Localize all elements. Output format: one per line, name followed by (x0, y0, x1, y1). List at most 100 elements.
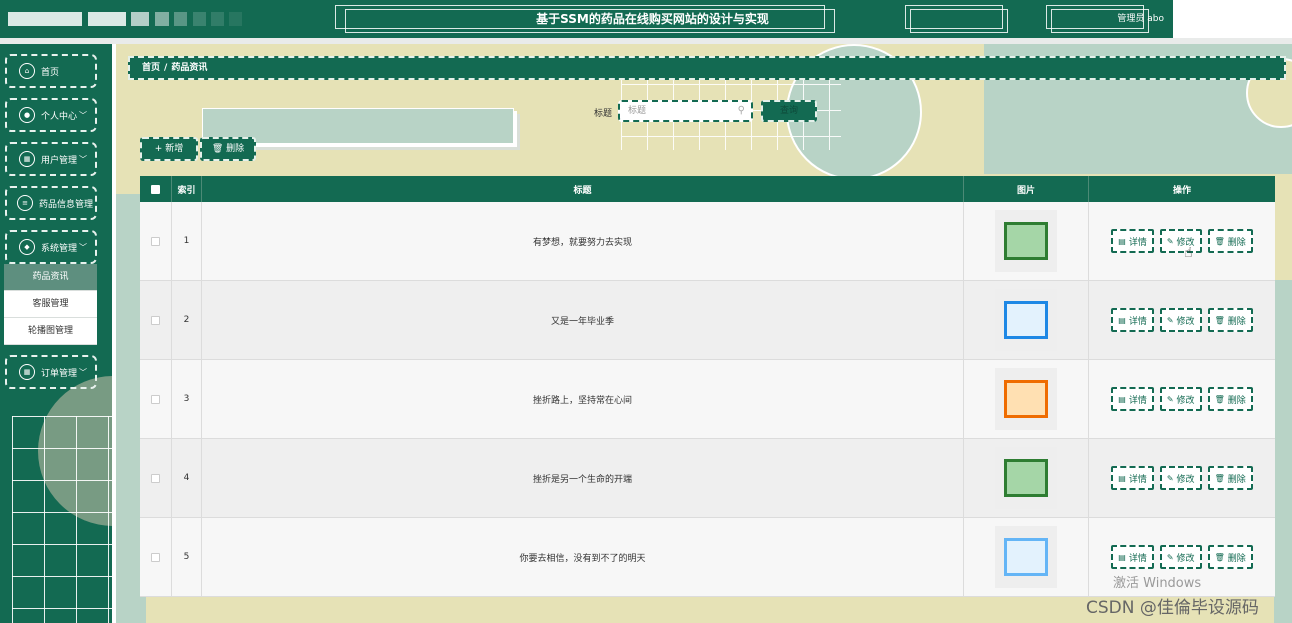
drug-thumbnail[interactable] (995, 210, 1057, 272)
breadcrumb-home[interactable]: 首页 (142, 63, 160, 73)
row-actions: ▤ 详情 ✎ 修改 🗑 删除 (1089, 439, 1275, 517)
row-index: 3 (172, 360, 202, 438)
delete-button[interactable]: 🗑 删除 (1207, 466, 1253, 490)
pointer-cursor-icon: ☝ (1184, 245, 1193, 261)
delete-button[interactable]: 🗑 删除 (1207, 387, 1253, 411)
sidebar-item-label: 个人中心 (41, 111, 78, 122)
user-label[interactable]: 管理员 abo (1046, 4, 1172, 34)
row-index: 2 (172, 281, 202, 359)
submenu-item-carousel[interactable]: 轮播图管理 (4, 318, 97, 345)
edit-label: 修改 (1176, 474, 1195, 485)
drug-thumbnail[interactable] (995, 368, 1057, 430)
search-input[interactable]: 标题 ⚲ (618, 100, 753, 122)
header-title: 标题 (202, 176, 964, 202)
top-right-blank (1173, 0, 1292, 38)
add-button[interactable]: + 新增 (140, 137, 198, 161)
detail-button[interactable]: ▤ 详情 (1111, 466, 1154, 490)
table-row: 5 你要去相信，没有到不了的明天 ▤ 详情 ✎ 修改 🗑 删除 (140, 518, 1275, 597)
detail-button[interactable]: ▤ 详情 (1111, 229, 1154, 253)
row-actions: ▤ 详情 ✎ 修改 🗑 删除 (1089, 360, 1275, 438)
edit-label: 修改 (1176, 395, 1195, 406)
document-icon: ▤ (1118, 236, 1126, 246)
drug-thumbnail[interactable] (995, 447, 1057, 509)
row-actions: ▤ 详情 ✎ 修改 🗑 删除 (1089, 281, 1275, 359)
trash-icon: 🗑 (1214, 394, 1225, 404)
edit-button[interactable]: ✎ 修改 (1159, 545, 1202, 569)
batch-delete-button[interactable]: 🗑 删除 (200, 137, 256, 161)
chevron-down-icon: ﹀ (79, 110, 88, 120)
document-icon: ▤ (1118, 315, 1126, 325)
sidebar: ⌂ 首页 ● 个人中心 ﹀ ▦ 用户管理 ﹀ ≡ 药品信息管理 ◆ 系统管理 ﹀… (0, 44, 112, 623)
shield-icon: ◆ (19, 239, 35, 255)
csdn-watermark: CSDN @佳倫毕设源码 (1086, 598, 1259, 618)
breadcrumb-separator: / (164, 63, 168, 73)
trash-icon: 🗑 (1214, 315, 1225, 325)
row-select[interactable] (140, 439, 172, 517)
row-image-cell (964, 281, 1089, 359)
row-title: 挫折路上，坚持常在心间 (202, 360, 964, 438)
delete-label: 删除 (1227, 395, 1246, 406)
sidebar-item-home[interactable]: ⌂ 首页 (5, 54, 97, 88)
table-row: 2 又是一年毕业季 ▤ 详情 ✎ 修改 🗑 删除 (140, 281, 1275, 360)
row-title: 有梦想，就要努力去实现 (202, 202, 964, 280)
edit-button[interactable]: ✎ 修改 (1159, 387, 1202, 411)
edit-icon: ✎ (1166, 473, 1174, 483)
row-select[interactable] (140, 202, 172, 280)
checkbox[interactable] (151, 394, 160, 404)
drug-thumbnail[interactable] (995, 289, 1057, 351)
row-image-cell (964, 202, 1089, 280)
list-icon: ≡ (17, 195, 33, 211)
drug-thumbnail[interactable] (995, 526, 1057, 588)
system-submenu: 药品资讯 客服管理 轮播图管理 (4, 264, 97, 345)
row-index: 5 (172, 518, 202, 596)
sidebar-item-orders[interactable]: ▦ 订单管理 ﹀ (5, 355, 97, 389)
app-title: 基于SSM的药品在线购买网站的设计与实现 (536, 12, 769, 26)
checkbox[interactable] (151, 236, 160, 246)
detail-label: 详情 (1128, 395, 1147, 406)
row-select[interactable] (140, 281, 172, 359)
row-title: 挫折是另一个生命的开端 (202, 439, 964, 517)
row-select[interactable] (140, 518, 172, 596)
logo-block (174, 12, 187, 26)
table-row: 3 挫折路上，坚持常在心间 ▤ 详情 ✎ 修改 🗑 删除 (140, 360, 1275, 439)
edit-button[interactable]: ✎ 修改 (1159, 229, 1202, 253)
search-placeholder: 标题 (628, 106, 647, 116)
checkbox[interactable] (151, 184, 160, 194)
drug-box-image (1004, 301, 1048, 339)
search-button[interactable]: 查询 (761, 100, 817, 122)
edit-button[interactable]: ✎ 修改 (1159, 466, 1202, 490)
delete-label: 删除 (1227, 474, 1246, 485)
chevron-down-icon: ﹀ (79, 154, 88, 164)
row-index: 4 (172, 439, 202, 517)
checkbox[interactable] (151, 552, 160, 562)
logo-block (211, 12, 224, 26)
delete-button[interactable]: 🗑 删除 (1207, 545, 1253, 569)
document-icon: ▤ (1118, 394, 1126, 404)
detail-button[interactable]: ▤ 详情 (1111, 308, 1154, 332)
edit-icon: ✎ (1166, 552, 1174, 562)
windows-activation-watermark: 激活 Windows (1113, 576, 1202, 591)
detail-label: 详情 (1128, 553, 1147, 564)
sidebar-item-system[interactable]: ◆ 系统管理 ﹀ (5, 230, 97, 264)
sidebar-item-users[interactable]: ▦ 用户管理 ﹀ (5, 142, 97, 176)
delete-button[interactable]: 🗑 删除 (1207, 229, 1253, 253)
submenu-item-drug-news[interactable]: 药品资讯 (4, 264, 97, 291)
table-body: 1 有梦想，就要努力去实现 ▤ 详情 ✎ 修改 🗑 删除 2 又是一年毕业季 ▤ 详情 ✎ 修改 🗑 删除 3 挫… (140, 202, 1275, 597)
detail-button[interactable]: ▤ 详情 (1111, 387, 1154, 411)
grid-icon: ▦ (19, 364, 35, 380)
row-select[interactable] (140, 360, 172, 438)
edit-label: 修改 (1176, 553, 1195, 564)
data-table: 索引 标题 图片 操作 1 有梦想，就要努力去实现 ▤ 详情 ✎ 修改 🗑 删除 2 又是一年毕业… (140, 176, 1275, 597)
checkbox[interactable] (151, 315, 160, 325)
logo-block (8, 12, 82, 26)
header-image: 图片 (964, 176, 1089, 202)
header-select-all[interactable] (140, 176, 172, 202)
delete-button[interactable]: 🗑 删除 (1207, 308, 1253, 332)
edit-button[interactable]: ✎ 修改 (1159, 308, 1202, 332)
checkbox[interactable] (151, 473, 160, 483)
sidebar-item-drug-info[interactable]: ≡ 药品信息管理 (5, 186, 97, 220)
submenu-item-customer-service[interactable]: 客服管理 (4, 291, 97, 318)
sidebar-item-profile[interactable]: ● 个人中心 ﹀ (5, 98, 97, 132)
detail-button[interactable]: ▤ 详情 (1111, 545, 1154, 569)
edit-icon: ✎ (1166, 315, 1174, 325)
